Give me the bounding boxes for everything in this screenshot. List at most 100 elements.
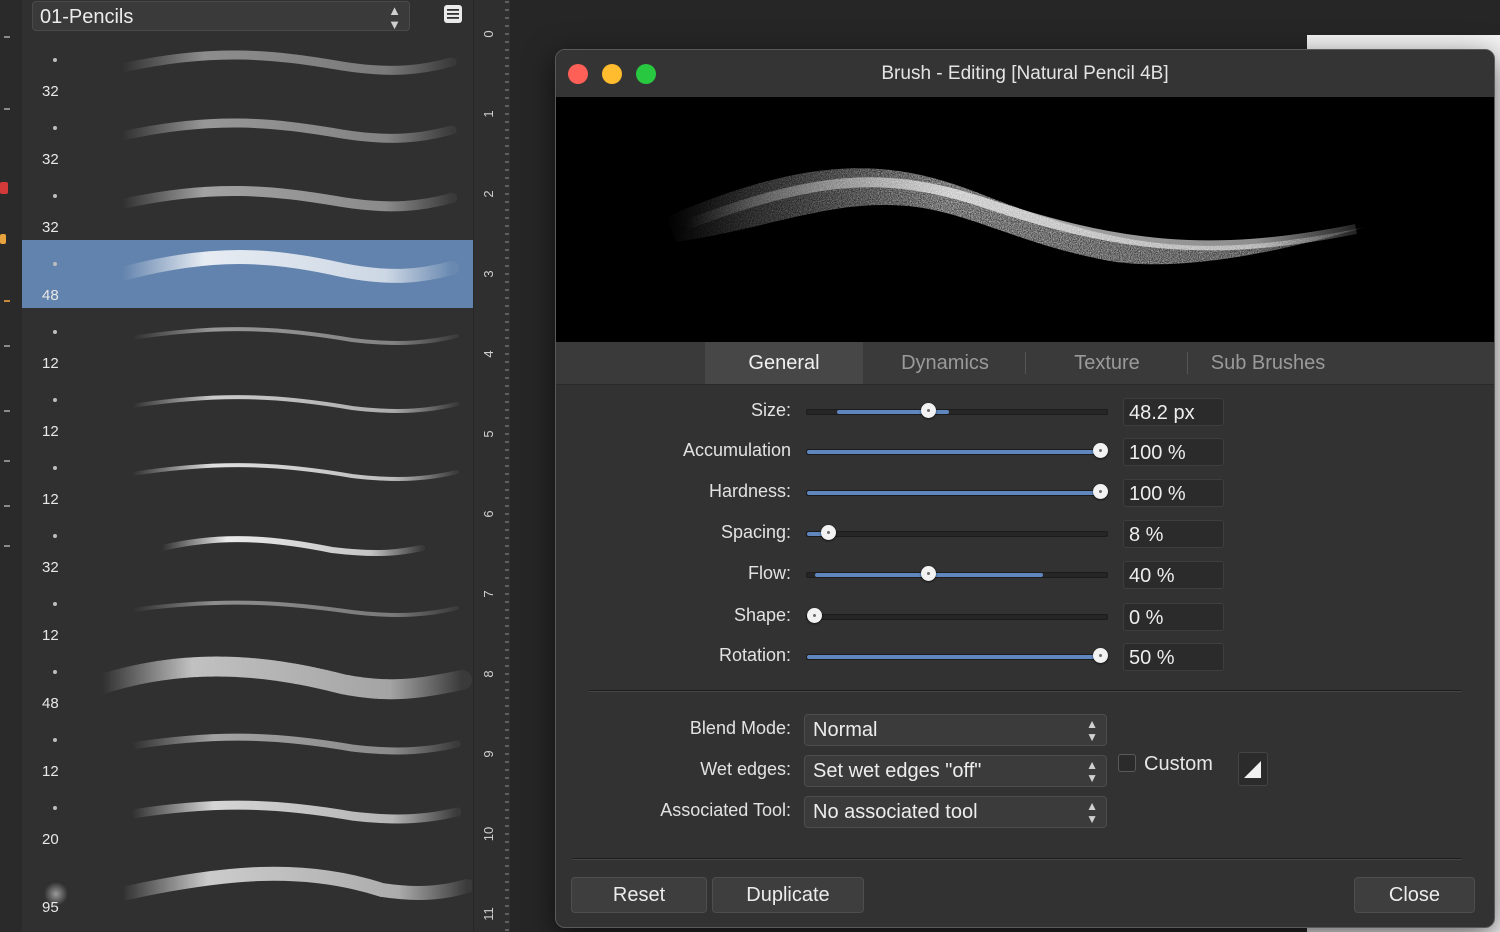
brush-item[interactable]: 12 xyxy=(22,444,473,512)
brush-stroke-thumbnail xyxy=(130,395,459,413)
brush-tip-preview xyxy=(53,398,57,402)
property-slider[interactable] xyxy=(806,403,1108,418)
slider-knob[interactable] xyxy=(1093,484,1108,499)
tab-dynamics[interactable]: Dynamics xyxy=(866,342,1024,384)
brush-stroke-thumbnail xyxy=(115,250,459,283)
chevron-updown-icon: ▲ ▼ xyxy=(1086,799,1098,826)
brush-tip-preview xyxy=(53,670,57,674)
property-value-field[interactable]: 100 % xyxy=(1123,438,1224,466)
property-label: Accumulation xyxy=(682,440,791,460)
tab-general[interactable]: General xyxy=(705,342,863,384)
property-label: Flow: xyxy=(747,563,791,583)
brush-item[interactable]: 32 xyxy=(22,104,473,172)
property-slider[interactable] xyxy=(806,566,1108,581)
brush-stroke-thumbnail xyxy=(102,656,472,700)
property-slider[interactable] xyxy=(806,608,1108,623)
brush-item[interactable]: 32 xyxy=(22,172,473,240)
blend-mode-value: Normal xyxy=(813,719,878,741)
slider-knob[interactable] xyxy=(821,525,837,540)
chevron-updown-icon: ▲ ▼ xyxy=(1086,717,1098,744)
brush-item[interactable]: 48 xyxy=(22,648,473,716)
brush-item[interactable]: 20 xyxy=(22,784,473,852)
brush-size-label: 12 xyxy=(42,763,59,780)
brush-tip-preview xyxy=(53,806,57,810)
property-slider[interactable] xyxy=(806,525,1108,540)
brush-tip-preview xyxy=(53,126,57,130)
brush-preview xyxy=(556,97,1494,342)
tool-marker xyxy=(4,410,10,412)
brush-item[interactable]: 95 xyxy=(22,852,473,920)
brush-category-value: 01-Pencils xyxy=(40,6,134,28)
tab-texture[interactable]: Texture xyxy=(1028,342,1186,384)
brush-size-label: 48 xyxy=(42,695,59,712)
wet-edges-label: Wet edges: xyxy=(700,759,791,779)
ruler-label: 2 xyxy=(481,190,496,197)
property-slider[interactable] xyxy=(806,484,1108,499)
slider-fill xyxy=(807,450,1101,454)
brush-item[interactable]: 48 xyxy=(22,240,473,308)
chevron-updown-icon: ▲ ▼ xyxy=(388,3,401,32)
blend-mode-select[interactable]: Normal ▲ ▼ xyxy=(804,714,1107,746)
associated-tool-select[interactable]: No associated tool ▲ ▼ xyxy=(804,796,1107,828)
brush-item[interactable]: 32 xyxy=(22,36,473,104)
ruler-label: 5 xyxy=(481,430,496,437)
brush-item[interactable]: 12 xyxy=(22,376,473,444)
property-value-field[interactable]: 8 % xyxy=(1123,520,1224,548)
brush-stroke-thumbnail xyxy=(159,536,425,557)
brush-size-label: 32 xyxy=(42,559,59,576)
brush-size-label: 12 xyxy=(42,627,59,644)
brush-category-select[interactable]: 01-Pencils ▲ ▼ xyxy=(32,1,410,32)
color-swatch-icon[interactable] xyxy=(0,234,6,244)
brush-editor-dialog: Brush - Editing [Natural Pencil 4B] Gene… xyxy=(555,49,1495,928)
brush-size-label: 48 xyxy=(42,287,59,304)
property-value-field[interactable]: 40 % xyxy=(1123,561,1224,589)
tool-marker xyxy=(4,108,10,110)
property-slider[interactable] xyxy=(806,648,1108,663)
tab-separator xyxy=(1025,352,1026,374)
property-label: Rotation: xyxy=(718,645,791,665)
ruler-label: 4 xyxy=(481,350,496,357)
custom-checkbox[interactable] xyxy=(1118,754,1136,772)
brush-tip-preview xyxy=(53,466,57,470)
slider-fill xyxy=(807,655,1101,659)
brush-size-label: 12 xyxy=(42,491,59,508)
slider-knob[interactable] xyxy=(921,403,937,418)
brush-item[interactable]: 12 xyxy=(22,716,473,784)
brush-stroke-thumbnail xyxy=(128,733,461,755)
property-slider[interactable] xyxy=(806,443,1108,458)
wet-edges-curve-button[interactable] xyxy=(1238,752,1268,786)
tool-marker xyxy=(4,545,10,547)
slider-knob[interactable] xyxy=(1093,648,1108,663)
vertical-ruler: 0 1 2 3 4 5 6 7 8 9 10 11 xyxy=(473,0,511,932)
color-swatch-icon[interactable] xyxy=(0,182,8,194)
ruler-label: 8 xyxy=(481,670,496,677)
tool-strip xyxy=(0,0,23,932)
slider-knob[interactable] xyxy=(921,566,937,581)
tab-sub-brushes[interactable]: Sub Brushes xyxy=(1189,342,1347,384)
slider-knob[interactable] xyxy=(807,608,822,623)
slider-knob[interactable] xyxy=(1093,443,1108,458)
duplicate-button[interactable]: Duplicate xyxy=(712,877,864,913)
wet-edges-select[interactable]: Set wet edges "off" ▲ ▼ xyxy=(804,755,1107,787)
ruler-label: 6 xyxy=(481,510,496,517)
brush-size-label: 32 xyxy=(42,219,59,236)
brush-item[interactable]: 12 xyxy=(22,308,473,376)
property-value-field[interactable]: 100 % xyxy=(1123,479,1224,507)
brush-item[interactable]: 32 xyxy=(22,512,473,580)
brush-tip-preview xyxy=(53,262,57,266)
ruler-ticks: 0 1 2 3 4 5 6 7 8 9 10 11 xyxy=(481,1,509,931)
ruler-label: 9 xyxy=(481,750,496,757)
reset-button[interactable]: Reset xyxy=(571,877,707,913)
tool-marker xyxy=(4,36,10,38)
property-value-field[interactable]: 48.2 px xyxy=(1123,398,1224,426)
brush-stroke-thumbnail xyxy=(130,327,459,345)
panel-menu-icon[interactable] xyxy=(443,4,463,24)
property-value-field[interactable]: 50 % xyxy=(1123,643,1224,671)
divider xyxy=(572,858,1462,860)
brush-item[interactable]: 12 xyxy=(22,580,473,648)
curve-icon xyxy=(1244,761,1261,778)
close-button[interactable]: Close xyxy=(1354,877,1475,913)
property-value-field[interactable]: 0 % xyxy=(1123,603,1224,631)
brush-size-label: 20 xyxy=(42,831,59,848)
associated-tool-label: Associated Tool: xyxy=(660,800,791,820)
